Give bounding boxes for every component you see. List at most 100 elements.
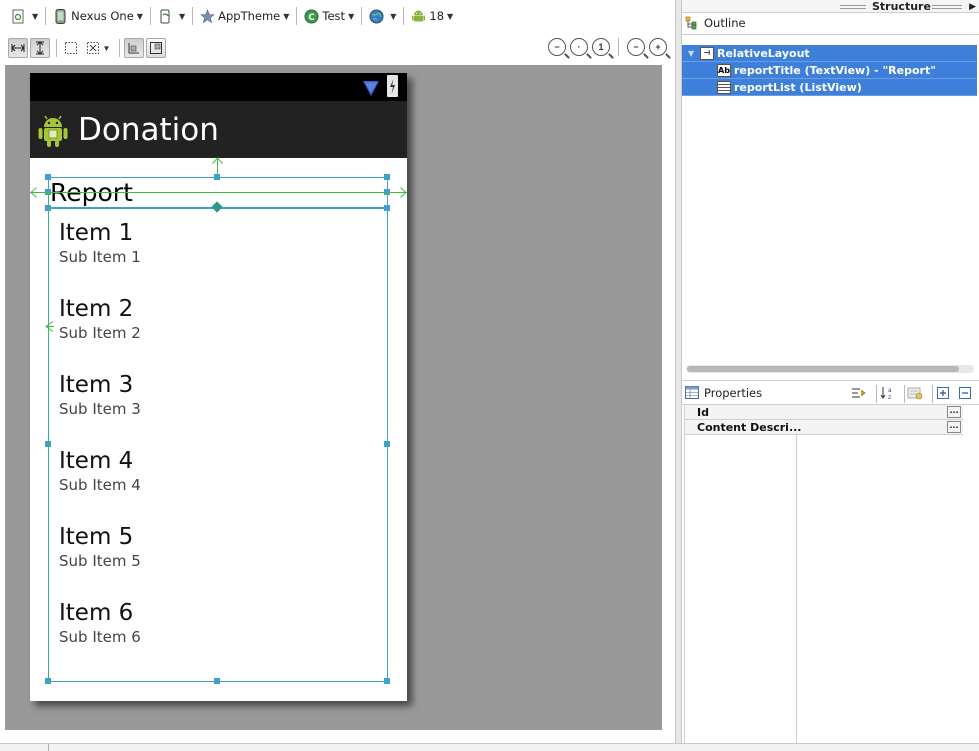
tree-item-reporttitle[interactable]: Ab reportTitle (TextView) - "Report" bbox=[682, 62, 977, 79]
resize-handle[interactable] bbox=[384, 441, 390, 447]
structure-title: Structure bbox=[872, 0, 931, 13]
property-name: Content Descri... bbox=[697, 421, 802, 434]
zoom-out-icon[interactable]: − bbox=[627, 38, 645, 56]
layout-actions-toolbar: ▼ − · 1 − + bbox=[0, 34, 675, 62]
chevron-down-icon: ▼ bbox=[136, 11, 143, 21]
chevron-right-icon[interactable]: ▶ bbox=[969, 1, 976, 12]
chevron-down-icon: ▼ bbox=[348, 11, 355, 21]
android-icon bbox=[412, 10, 426, 21]
resize-handle[interactable] bbox=[384, 678, 390, 684]
resize-handle[interactable] bbox=[214, 678, 220, 684]
svg-text:z: z bbox=[888, 394, 891, 401]
zoom-controls: − · 1 − + bbox=[544, 38, 667, 56]
orientation-dropdown[interactable]: ▼ bbox=[155, 5, 188, 27]
status-strip bbox=[0, 743, 979, 751]
relativelayout-icon: ⊣ bbox=[700, 46, 714, 60]
status-bar bbox=[30, 73, 407, 101]
config-chooser[interactable]: ▼ bbox=[8, 5, 41, 27]
status-divider bbox=[48, 744, 49, 751]
alignment-guide bbox=[48, 193, 49, 683]
device-dropdown[interactable]: Nexus One ▼ bbox=[50, 5, 146, 27]
listview-icon bbox=[717, 80, 731, 94]
zoom-in-icon[interactable]: + bbox=[649, 38, 667, 56]
tree-item-label: reportTitle (TextView) - "Report" bbox=[734, 63, 936, 77]
align-baseline-button[interactable] bbox=[124, 38, 144, 58]
toolbar-separator bbox=[904, 385, 905, 403]
chevron-down-icon: ▼ bbox=[102, 43, 111, 53]
expand-all-icon[interactable] bbox=[934, 384, 952, 402]
zoom-out-fit-icon[interactable]: − bbox=[548, 38, 566, 56]
show-advanced-properties-icon[interactable] bbox=[850, 384, 868, 402]
arrow-left-icon bbox=[30, 187, 37, 198]
zoom-actual-icon[interactable]: 1 bbox=[592, 38, 610, 56]
layout-canvas[interactable]: Donation Report Item 1 Sub Item 1 Item 2… bbox=[5, 65, 662, 730]
tree-item-relativelayout[interactable]: ▼ ⊣ RelativeLayout bbox=[682, 45, 977, 62]
outline-scrollbar[interactable] bbox=[686, 365, 974, 373]
toolbar-separator bbox=[192, 7, 194, 25]
properties-title: Properties bbox=[704, 386, 763, 400]
resize-handle[interactable] bbox=[45, 174, 51, 180]
drag-grip[interactable] bbox=[840, 5, 866, 9]
file-config-icon bbox=[12, 9, 24, 23]
edit-property-button[interactable]: ... bbox=[947, 406, 961, 418]
alignment-guide bbox=[30, 192, 407, 193]
chevron-down-icon: ▼ bbox=[178, 11, 186, 21]
property-row-content-description[interactable]: Content Descri... ... bbox=[685, 420, 963, 435]
scrollbar-thumb[interactable] bbox=[687, 366, 959, 372]
api-level-dropdown[interactable]: 18 ▼ bbox=[408, 5, 456, 27]
tree-item-reportlist[interactable]: reportList (ListView) bbox=[682, 79, 977, 96]
rotate-device-icon bbox=[160, 9, 170, 23]
toolbar-separator bbox=[119, 39, 120, 57]
theme-dropdown[interactable]: AppTheme ▼ bbox=[197, 5, 292, 27]
chevron-down-icon: ▼ bbox=[447, 11, 454, 21]
sort-alphabetically-icon[interactable]: az bbox=[878, 384, 896, 402]
chevron-down-icon: ▼ bbox=[390, 11, 397, 21]
outline-header: Outline bbox=[682, 13, 979, 35]
activity-icon: C bbox=[304, 9, 319, 23]
resize-handle[interactable] bbox=[384, 205, 390, 211]
device-screen-preview[interactable]: Donation Report Item 1 Sub Item 1 Item 2… bbox=[30, 73, 407, 701]
svg-text:C: C bbox=[309, 13, 316, 23]
align-to-parent-button[interactable] bbox=[146, 38, 166, 58]
properties-table: Id ... Content Descri... ... bbox=[684, 405, 963, 743]
locale-dropdown[interactable]: ▼ bbox=[366, 5, 399, 27]
panel-splitter[interactable] bbox=[675, 0, 682, 743]
toggle-fill-height-button[interactable] bbox=[30, 38, 50, 58]
edit-property-button[interactable]: ... bbox=[947, 421, 961, 433]
property-name: Id bbox=[697, 406, 709, 419]
zoom-fit-icon[interactable]: · bbox=[570, 38, 588, 56]
graphical-layout-editor: ▼ Nexus One ▼ ▼ AppTheme ▼ C Test ▼ ▼ 18… bbox=[0, 0, 675, 743]
report-list-selection-box bbox=[48, 208, 388, 682]
align-box-icon bbox=[150, 42, 162, 54]
api-level: 18 bbox=[429, 9, 445, 23]
expand-triangle-icon[interactable]: ▼ bbox=[688, 49, 700, 58]
action-bar: Donation bbox=[30, 101, 407, 158]
eclipse-layout-editor: ▼ Nexus One ▼ ▼ AppTheme ▼ C Test ▼ ▼ 18… bbox=[0, 0, 979, 751]
chevron-down-icon: ▼ bbox=[283, 11, 290, 21]
column-divider[interactable] bbox=[796, 405, 797, 743]
svg-text:a: a bbox=[888, 387, 892, 394]
toolbar-separator bbox=[618, 38, 619, 56]
globe-icon bbox=[369, 9, 384, 23]
dotted-box-icon bbox=[65, 42, 77, 54]
layout-options-button[interactable]: ▼ bbox=[83, 38, 113, 58]
resize-handle[interactable] bbox=[214, 174, 220, 180]
android-app-icon bbox=[38, 115, 68, 147]
filter-properties-icon[interactable] bbox=[906, 384, 924, 402]
collapse-all-icon[interactable] bbox=[956, 384, 974, 402]
arrow-up-icon bbox=[212, 157, 223, 164]
property-row-id[interactable]: Id ... bbox=[685, 405, 963, 420]
resize-handle[interactable] bbox=[384, 174, 390, 180]
battery-icon bbox=[387, 75, 398, 97]
drag-grip[interactable] bbox=[932, 5, 962, 9]
toolbar-separator bbox=[876, 385, 877, 403]
toolbar-separator bbox=[56, 39, 57, 57]
device-name: Nexus One bbox=[71, 9, 134, 23]
toggle-fill-width-button[interactable] bbox=[8, 38, 28, 58]
arrow-left-icon bbox=[45, 321, 54, 332]
expand-box-icon bbox=[86, 42, 99, 54]
outline-title: Outline bbox=[704, 16, 746, 30]
show-margins-button[interactable] bbox=[61, 38, 81, 58]
arrow-right-icon bbox=[400, 187, 407, 198]
activity-dropdown[interactable]: C Test ▼ bbox=[301, 5, 357, 27]
